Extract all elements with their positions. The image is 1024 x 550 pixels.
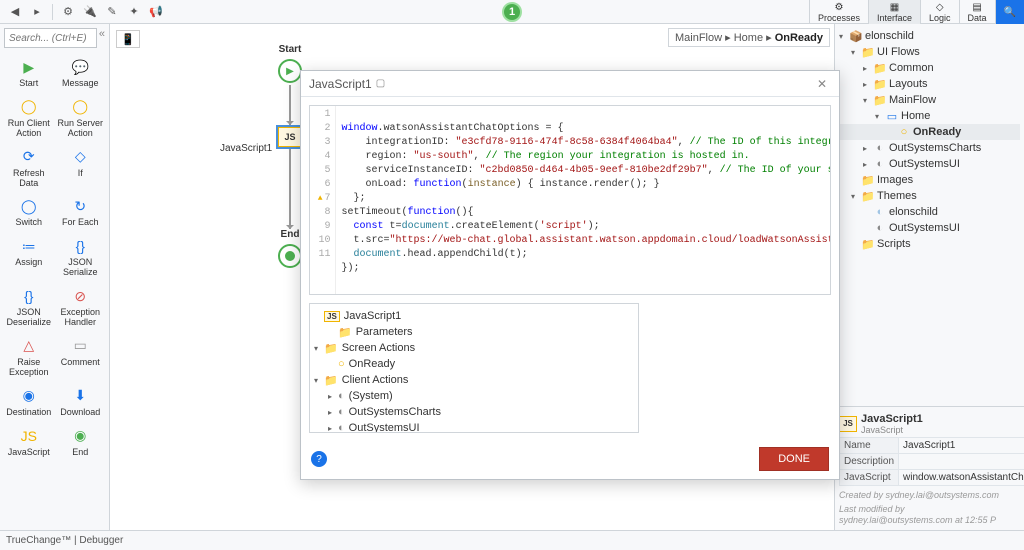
scope-onready[interactable]: ○OnReady — [314, 356, 634, 372]
tree-item-elonschild[interactable]: ▾📦elonschild — [839, 28, 1020, 44]
publish-badge[interactable]: 1 — [502, 2, 522, 22]
wand-icon[interactable]: ✦ — [125, 3, 143, 21]
tool-run-client-action[interactable]: ◯Run Client Action — [4, 94, 54, 142]
start-node[interactable]: ▶ — [278, 59, 302, 83]
code-editor[interactable]: 1234567891011 window.watsonAssistantChat… — [309, 105, 831, 295]
tree-item-ui-flows[interactable]: ▾📁UI Flows — [839, 44, 1020, 60]
javascript-editor-modal: JavaScript1 ▢ ✕ 1234567891011 window.wat… — [300, 70, 840, 480]
maximize-icon[interactable]: ▢ — [372, 78, 389, 89]
tree-item-outsystemscharts[interactable]: ▸◐OutSystemsCharts — [839, 140, 1020, 156]
tree-item-outsystemsui[interactable]: ▸◐OutSystemsUI — [839, 156, 1020, 172]
tree-item-layouts[interactable]: ▸📁Layouts — [839, 76, 1020, 92]
js-node-label: JavaScript1 — [220, 143, 272, 154]
help-icon[interactable]: ? — [311, 451, 327, 467]
tool-start[interactable]: ▶Start — [4, 54, 54, 92]
tab-processes[interactable]: ⚙Processes — [809, 0, 868, 24]
close-icon[interactable]: ✕ — [813, 77, 831, 91]
top-toolbar: ◀ ▸ ⚙ 🔌 ✎ ✦ 📢 1 ⚙Processes ▦Interface ◇L… — [0, 0, 1024, 24]
scope-javascript1[interactable]: JSJavaScript1 — [314, 308, 634, 324]
status-left[interactable]: TrueChange™ | Debugger — [6, 535, 123, 546]
tool-run-server-action[interactable]: ◯Run Server Action — [56, 94, 106, 142]
scope-outsystemscharts[interactable]: ▸◐OutSystemsCharts — [314, 404, 634, 420]
prop-subtitle: JavaScript — [861, 425, 923, 435]
scope-parameters[interactable]: 📁Parameters — [314, 324, 634, 340]
search-input[interactable] — [4, 28, 97, 48]
tab-interface[interactable]: ▦Interface — [868, 0, 920, 24]
tree-item-elonschild[interactable]: ◐elonschild — [839, 204, 1020, 220]
tree-item-home[interactable]: ▾▭Home — [839, 108, 1020, 124]
scope-client-actions[interactable]: ▾📁Client Actions — [314, 372, 634, 388]
brush-icon[interactable]: ✎ — [103, 3, 121, 21]
tree-item-outsystemsui[interactable]: ◐OutSystemsUI — [839, 220, 1020, 236]
tool-comment[interactable]: ▭Comment — [56, 333, 106, 381]
collapse-icon[interactable]: « — [99, 28, 105, 48]
toolbox: « ▶Start💬Message◯Run Client Action◯Run S… — [0, 24, 110, 530]
start-label: Start — [279, 44, 302, 55]
tree-item-mainflow[interactable]: ▾📁MainFlow — [839, 92, 1020, 108]
tool-destination[interactable]: ◉Destination — [4, 383, 54, 421]
end-node[interactable] — [278, 244, 302, 268]
element-tree[interactable]: ▾📦elonschild▾📁UI Flows▸📁Common▸📁Layouts▾… — [835, 24, 1024, 406]
right-panel: ▾📦elonschild▾📁UI Flows▸📁Common▸📁Layouts▾… — [834, 24, 1024, 530]
prop-title: JavaScript1 — [861, 413, 923, 425]
tool-for-each[interactable]: ↻For Each — [56, 193, 106, 231]
tree-item-common[interactable]: ▸📁Common — [839, 60, 1020, 76]
tree-item-images[interactable]: 📁Images — [839, 172, 1020, 188]
horn-icon[interactable]: 📢 — [147, 3, 165, 21]
created-by: Created by sydney.lai@outsystems.com — [839, 490, 1020, 501]
scope-tree[interactable]: JSJavaScript1📁Parameters▾📁Screen Actions… — [309, 303, 639, 433]
properties-panel: JS JavaScript1 JavaScript NameJavaScript… — [835, 406, 1024, 530]
done-button[interactable]: DONE — [759, 447, 829, 471]
scope-outsystemsui[interactable]: ▸◐OutSystemsUI — [314, 420, 634, 433]
prop-javascript[interactable]: window.watsonAssistantCh… — [899, 469, 1024, 485]
scope-screen-actions[interactable]: ▾📁Screen Actions — [314, 340, 634, 356]
js-icon: JS — [839, 416, 857, 432]
javascript-node[interactable]: JS — [278, 127, 302, 147]
tool-refresh-data[interactable]: ⟳Refresh Data — [4, 144, 54, 192]
tree-item-onready[interactable]: ○OnReady — [839, 124, 1020, 140]
tree-item-scripts[interactable]: 📁Scripts — [839, 236, 1020, 252]
plug-icon[interactable]: 🔌 — [81, 3, 99, 21]
tool-javascript[interactable]: JSJavaScript — [4, 423, 54, 461]
tool-raise-exception[interactable]: △Raise Exception — [4, 333, 54, 381]
prop-description[interactable] — [899, 453, 1024, 469]
forward-button[interactable]: ▸ — [28, 3, 46, 21]
tab-logic[interactable]: ◇Logic — [920, 0, 959, 24]
prop-name[interactable]: JavaScript1 — [899, 437, 1024, 453]
device-icon[interactable]: 📱 — [116, 30, 140, 48]
modal-title: JavaScript1 — [309, 77, 372, 91]
tool-if[interactable]: ◇If — [56, 144, 106, 192]
tool-end[interactable]: ◉End — [56, 423, 106, 461]
tool-json-deserialize[interactable]: {}JSON Deserialize — [4, 283, 54, 331]
search-tab[interactable]: 🔍 — [995, 0, 1024, 24]
tool-json-serialize[interactable]: {}JSON Serialize — [56, 233, 106, 281]
modified-by: Last modified by sydney.lai@outsystems.c… — [839, 504, 1020, 526]
scope--system-[interactable]: ▸◐(System) — [314, 388, 634, 404]
tab-data[interactable]: ▤Data — [959, 0, 995, 24]
tool-exception-handler[interactable]: ⊘Exception Handler — [56, 283, 106, 331]
tree-item-themes[interactable]: ▾📁Themes — [839, 188, 1020, 204]
tool-switch[interactable]: ◯Switch — [4, 193, 54, 231]
status-bar: TrueChange™ | Debugger — [0, 530, 1024, 550]
tool-assign[interactable]: ≔Assign — [4, 233, 54, 281]
back-button[interactable]: ◀ — [6, 3, 24, 21]
gear-icon[interactable]: ⚙ — [59, 3, 77, 21]
breadcrumb[interactable]: MainFlow ▸ Home ▸ OnReady — [668, 28, 830, 47]
tool-download[interactable]: ⬇Download — [56, 383, 106, 421]
tool-message[interactable]: 💬Message — [56, 54, 106, 92]
